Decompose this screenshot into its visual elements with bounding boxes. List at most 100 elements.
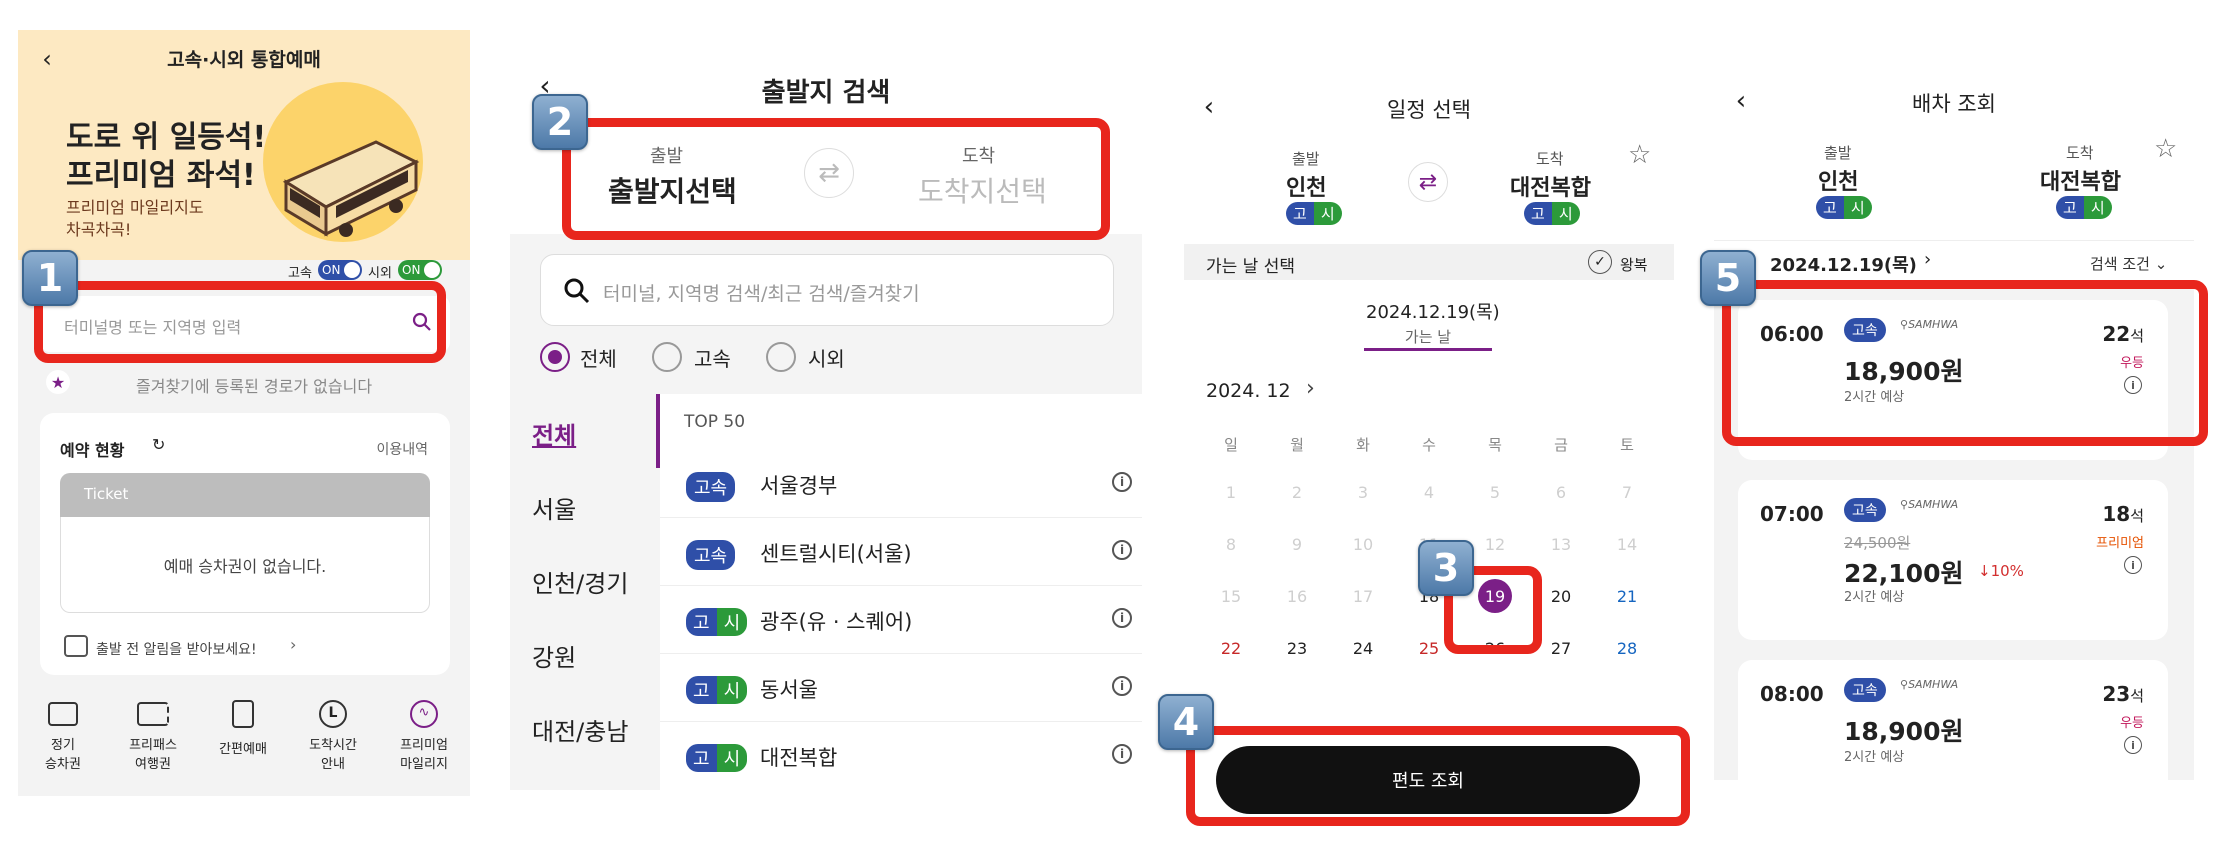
chevron-right-icon[interactable]: › (290, 635, 296, 654)
radio-unchecked-icon (766, 342, 796, 372)
duration: 2시간 예상 (1844, 750, 1905, 765)
nav-item-quick-booking[interactable]: 간편예매 (198, 698, 288, 794)
region-item-incheon[interactable]: 인천/경기 (532, 564, 628, 599)
seat-count: 23 (2102, 682, 2131, 706)
swap-icon[interactable]: ⇄ (1408, 162, 1448, 202)
panel-date-select: ‹ 일정 선택 출발 인천 고시 ⇄ 도착 대전복합 고시 ☆ 가는 날 선택 … (1184, 80, 1674, 820)
month-label: 2024. 12 (1206, 380, 1291, 402)
nav-item-arrival-time[interactable]: L 도착시간 안내 (288, 698, 378, 794)
nav-item-mileage[interactable]: ∿ 프리미엄 마일리지 (378, 698, 470, 794)
nav-label-3a: 간편예매 (219, 742, 267, 757)
terminal-row[interactable]: 고시 광주(유 · 스퀘어) i (660, 586, 1142, 654)
calendar-day: 17 (1352, 586, 1374, 606)
radio-checked-icon (540, 342, 570, 372)
alert-text[interactable]: 출발 전 알림을 받아보세요! (96, 639, 257, 659)
terminal-search-input[interactable]: 터미널, 지역명 검색/최근 검색/즐겨찾기 (540, 254, 1114, 326)
region-item-gangwon[interactable]: 강원 (532, 638, 576, 673)
calendar-day[interactable]: 23 (1264, 628, 1330, 668)
info-icon[interactable]: i (1112, 676, 1132, 696)
terminal-row[interactable]: 고시 동서울 i (660, 654, 1142, 722)
express-intercity-badge: 고시 (686, 608, 748, 636)
round-trip-label[interactable]: 왕복 (1620, 254, 1648, 275)
search-icon (563, 277, 591, 309)
step-2-marker: 2 (532, 94, 588, 150)
info-icon[interactable]: i (2124, 736, 2142, 754)
calendar-day: 5 (1489, 482, 1501, 502)
weekday-label: 월 (1290, 436, 1304, 454)
seat-count: 18 (2102, 502, 2131, 526)
weekday-label: 수 (1422, 436, 1436, 454)
calendar-day: 9 (1291, 534, 1303, 554)
nav-item-season-ticket[interactable]: 정기 승차권 (18, 698, 108, 794)
terminal-row[interactable]: 고속 센트럴시티(서울) i (660, 518, 1142, 586)
arrival-value: 대전복합 (1510, 176, 1591, 201)
no-ticket-text: 예매 승차권이 없습니다. (163, 557, 327, 576)
weekday-label: 목 (1488, 436, 1502, 454)
calendar-day-selected[interactable]: 19 (1462, 576, 1528, 616)
weekday-row: 일월화수목금토 (1198, 434, 1660, 458)
filter-button[interactable]: 검색 조건 ⌄ (2090, 253, 2167, 274)
star-icon[interactable]: ☆ (2154, 134, 2177, 164)
nav-label-5a: 프리미엄 (400, 738, 448, 753)
departure-time: 07:00 (1760, 502, 1824, 526)
go-day-tab[interactable]: 가는 날 (1364, 326, 1492, 347)
toggle-intercity[interactable]: ON (398, 260, 442, 280)
ticket-icon (137, 702, 169, 726)
nav-item-free-pass[interactable]: 프리패스 여행권 (108, 698, 198, 794)
check-circle-icon[interactable]: ✓ (1588, 250, 1612, 274)
calendar-day[interactable]: 22 (1198, 628, 1264, 668)
highlight-search-button (1186, 726, 1690, 826)
calendar-day[interactable]: 28 (1594, 628, 1660, 668)
calendar-day: 3 (1357, 482, 1369, 502)
phone-ticket-icon (232, 700, 254, 728)
calendar-day: 10 (1352, 534, 1374, 554)
info-icon[interactable]: i (1112, 608, 1132, 628)
next-month-icon[interactable]: › (1306, 376, 1315, 401)
calendar-day: 2 (1291, 482, 1303, 502)
favorites-empty-text: 즐겨찾기에 등록된 경로가 없습니다 (136, 377, 373, 396)
nav-label-2b: 여행권 (135, 757, 171, 772)
calendar-day: 16 (1286, 586, 1308, 606)
nav-label-1b: 승차권 (45, 757, 81, 772)
mileage-icon: ∿ (410, 700, 438, 728)
next-day-icon[interactable]: › (1924, 249, 1931, 270)
seat-grade: 우등 (2120, 716, 2144, 731)
remaining-seats: 23석 (2102, 682, 2144, 706)
calendar-day[interactable]: 24 (1330, 628, 1396, 668)
express-intercity-badge: 고시 (686, 744, 748, 772)
calendar-day: 8 (1225, 534, 1237, 554)
radio-express[interactable]: 고속 (652, 342, 731, 372)
radio-all[interactable]: 전체 (540, 342, 617, 372)
region-item-daejeon[interactable]: 대전/충남 (532, 712, 628, 747)
fare-price: 22,100원 (1844, 559, 1964, 588)
favorites-star-icon: ★ (46, 370, 70, 394)
info-icon[interactable]: i (1112, 540, 1132, 560)
arrival-value: 대전복합 (2040, 170, 2121, 195)
info-icon[interactable]: i (1112, 472, 1132, 492)
toggle-express[interactable]: ON (318, 260, 362, 280)
info-icon[interactable]: i (1112, 744, 1132, 764)
go-select-label: 가는 날 선택 (1206, 257, 1296, 277)
page-title: 일정 선택 (1387, 98, 1471, 122)
history-link[interactable]: 이용내역 (376, 439, 428, 459)
weekday-label: 화 (1356, 436, 1370, 454)
result-card[interactable]: 07:00 고속 ⚲SAMHWA 24,500원 22,100원 ↓10% 2시간 예상 18… (1738, 480, 2168, 640)
express-badge: 고속 (686, 472, 736, 502)
result-card[interactable]: 08:00 고속 ⚲SAMHWA 18,900원 2시간 예상 23석 우등 i (1738, 660, 2168, 780)
refresh-icon[interactable]: ↻ (152, 435, 165, 454)
region-item-seoul[interactable]: 서울 (532, 490, 576, 525)
region-item-all[interactable]: 전체 (532, 416, 576, 451)
departure-value: 인천 (1286, 176, 1327, 201)
search-placeholder: 터미널, 지역명 검색/최근 검색/즐겨찾기 (603, 283, 920, 305)
terminal-row[interactable]: 고속 서울경부 i (660, 450, 1142, 518)
calendar-day[interactable]: 21 (1594, 576, 1660, 616)
star-icon[interactable]: ☆ (1628, 140, 1651, 170)
terminal-row[interactable]: 고시 대전복합 i (660, 722, 1142, 790)
date-nav: ‹ 2024.12.19(목) › 검색 조건 ⌄ (1714, 240, 2194, 280)
info-icon[interactable]: i (2124, 556, 2142, 574)
radio-intercity[interactable]: 시외 (766, 342, 845, 372)
toggle-express-label: 고속 (288, 266, 312, 281)
radio-all-label: 전체 (580, 346, 617, 371)
ticket-label: Ticket (84, 485, 129, 503)
duration: 2시간 예상 (1844, 590, 1905, 605)
